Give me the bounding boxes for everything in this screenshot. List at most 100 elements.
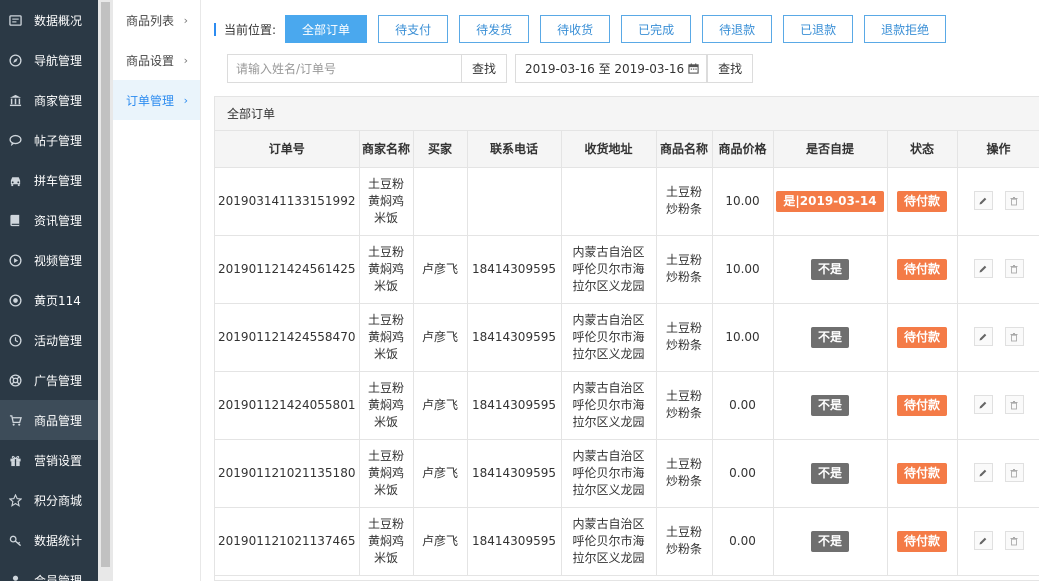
main-sidebar: 数据概况导航管理商家管理帖子管理 拼车管理资讯管理视频管理黄页114 活动管理 广告管…: [0, 0, 98, 581]
status-badge: 待付款: [896, 394, 947, 416]
cell-buyer: 卢彦飞: [412, 506, 468, 576]
cell-price: 0.00: [711, 506, 774, 576]
sidebar-item-11[interactable]: 营销设置: [0, 440, 98, 480]
cell-address: 内蒙古自治区呼伦贝尔市海拉尔区义龙园: [560, 438, 657, 508]
sidebar-scrollbar[interactable]: [98, 0, 113, 581]
edit-button[interactable]: [973, 327, 993, 347]
cell-address: 内蒙古自治区呼伦贝尔市海拉尔区义龙园: [560, 302, 657, 372]
cell-pickup: 不是: [772, 438, 888, 508]
date-range-picker[interactable]: 2019-03-16 至 2019-03-16: [515, 54, 708, 83]
cell-phone: 18414309595: [466, 370, 562, 440]
cell-phone: 18414309595: [466, 302, 562, 372]
tab-1[interactable]: 待支付: [378, 15, 449, 43]
cell-pickup: 不是: [772, 506, 888, 576]
cell-pickup: 不是: [772, 370, 888, 440]
sidebar-item-3[interactable]: 帖子管理: [0, 120, 98, 160]
bank-icon: [8, 93, 22, 107]
column-header: 联系电话: [466, 131, 562, 168]
cell-actions: [956, 438, 1039, 508]
cell-order-no: 201901121424055801: [215, 370, 360, 440]
pickup-badge: 不是: [810, 394, 849, 416]
tab-7[interactable]: 退款拒绝: [864, 15, 947, 43]
panel-title: 全部订单: [215, 97, 1039, 131]
sidebar-item-10[interactable]: 商品管理: [0, 400, 98, 440]
cell-address: 内蒙古自治区呼伦贝尔市海拉尔区义龙园: [560, 506, 657, 576]
orders-table: 订单号 商家名称 买家 联系电话 收货地址 商品名称 商品价格 是否自提 状态 操作 201903…: [215, 131, 1039, 576]
cell-buyer: 卢彦飞: [412, 370, 468, 440]
edit-button[interactable]: [973, 463, 993, 483]
edit-button[interactable]: [973, 259, 993, 279]
cart-icon: [8, 413, 22, 427]
date-search-button[interactable]: 查找: [707, 54, 754, 83]
sidebar-item-14[interactable]: 会员管理: [0, 560, 98, 581]
delete-button[interactable]: [1004, 327, 1024, 347]
cell-status: 待付款: [886, 166, 958, 236]
table-row: 201901121021137465 土豆粉黄焖鸡米饭 卢彦飞 18414309595…: [215, 506, 1039, 576]
pickup-badge: 不是: [810, 326, 849, 348]
sidebar-item-label: 商家管理: [34, 93, 83, 108]
sidebar-item-2[interactable]: 商家管理: [0, 80, 98, 120]
pickup-badge: 不是: [810, 258, 849, 280]
tab-4[interactable]: 已完成: [621, 15, 692, 43]
edit-button[interactable]: [973, 531, 993, 551]
cell-order-no: 201903141133151992: [215, 166, 360, 236]
clock-icon: [8, 333, 22, 347]
search-input[interactable]: [227, 54, 462, 83]
cell-merchant: 土豆粉黄焖鸡米饭: [358, 302, 414, 372]
date-range-text: 2019-03-16 至 2019-03-16: [525, 62, 685, 76]
cell-order-no: 201901121021137465: [215, 506, 360, 576]
sidebar-item-4[interactable]: 拼车管理: [0, 160, 98, 200]
sidebar-item-9[interactable]: 广告管理: [0, 360, 98, 400]
tab-3[interactable]: 待收货: [540, 15, 611, 43]
sidebar-item-1[interactable]: 导航管理: [0, 40, 98, 80]
edit-button[interactable]: [973, 191, 993, 211]
sidebar-item-0[interactable]: 数据概况: [0, 0, 98, 40]
trash-icon: [1010, 332, 1018, 342]
sidebar-item-label: 积分商城: [34, 493, 83, 508]
orders-panel: 全部订单 订单号 商家名称 买家 联系电话 收货地址 商品名称 商品价格 是否自提 状态 操作 2…: [214, 96, 1039, 581]
pencil-icon: [979, 401, 987, 409]
cell-price: 10.00: [711, 302, 774, 372]
sidebar-item-7[interactable]: 黄页114: [0, 280, 98, 320]
delete-button[interactable]: [1004, 463, 1024, 483]
cell-actions: [956, 302, 1039, 372]
cell-pickup: 是|2019-03-14: [772, 166, 888, 236]
cell-pickup: 不是: [772, 302, 888, 372]
breadcrumb-marker: [214, 22, 216, 36]
cell-product: 土豆粉炒粉条: [655, 370, 713, 440]
subnav-item-1[interactable]: 商品设置 ›: [113, 40, 200, 80]
sidebar-item-5[interactable]: 资讯管理: [0, 200, 98, 240]
table-row: 201903141133151992 土豆粉黄焖鸡米饭 土豆粉炒粉条 10.00 是|2…: [215, 166, 1039, 236]
delete-button[interactable]: [1004, 259, 1024, 279]
delete-button[interactable]: [1004, 395, 1024, 415]
tab-0[interactable]: 全部订单: [285, 15, 368, 43]
edit-button[interactable]: [973, 395, 993, 415]
sidebar-item-12[interactable]: 积分商城: [0, 480, 98, 520]
delete-button[interactable]: [1004, 531, 1024, 551]
cell-merchant: 土豆粉黄焖鸡米饭: [358, 166, 414, 236]
search-button[interactable]: 查找: [462, 54, 508, 83]
delete-button[interactable]: [1004, 191, 1024, 211]
pickup-badge: 不是: [810, 530, 849, 552]
gift-icon: [8, 453, 22, 467]
breadcrumb-label: 当前位置:: [224, 22, 277, 37]
scrollbar-thumb[interactable]: [101, 2, 110, 567]
tab-6[interactable]: 已退款: [783, 15, 854, 43]
sidebar-item-label: 黄页114: [34, 293, 81, 308]
sidebar-item-13[interactable]: 数据统计: [0, 520, 98, 560]
sidebar-item-label: 数据统计: [34, 533, 83, 548]
cell-address: 内蒙古自治区呼伦贝尔市海拉尔区义龙园: [560, 234, 657, 304]
subnav-item-0[interactable]: 商品列表 ›: [113, 0, 200, 40]
subnav-item-2[interactable]: 订单管理 ›: [113, 80, 200, 120]
tab-5[interactable]: 待退款: [702, 15, 773, 43]
sidebar-item-label: 导航管理: [34, 53, 83, 68]
tab-2[interactable]: 待发货: [459, 15, 530, 43]
user-icon: [8, 573, 22, 581]
key-icon: [8, 533, 22, 547]
sidebar-item-6[interactable]: 视频管理: [0, 240, 98, 280]
sidebar-item-label: 资讯管理: [34, 213, 83, 228]
table-header-row: 订单号 商家名称 买家 联系电话 收货地址 商品名称 商品价格 是否自提 状态 操作: [215, 131, 1039, 168]
sidebar-item-label: 数据概况: [34, 13, 83, 28]
sidebar-item-8[interactable]: 活动管理: [0, 320, 98, 360]
status-badge: 待付款: [896, 190, 947, 212]
